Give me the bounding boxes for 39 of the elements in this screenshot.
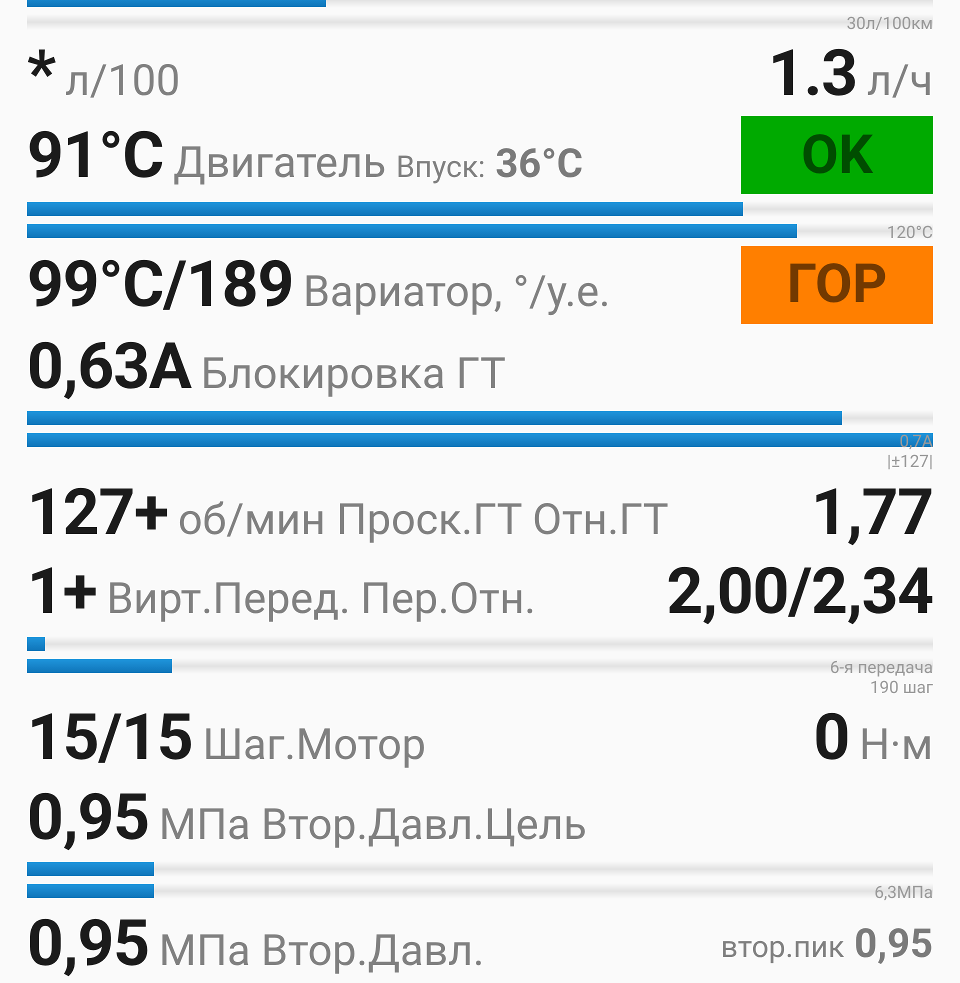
reading-value: 2,00/2,34 — [666, 554, 933, 630]
status-badge: ГОР — [741, 246, 933, 324]
reading-value: 0 — [813, 700, 850, 776]
reading-value: 15/15 — [27, 700, 193, 776]
reading-label: МПа Втор.Давл.Цель — [158, 800, 587, 850]
secondary-value: 36°C — [495, 140, 583, 187]
reading-value: 99°C/189 — [27, 247, 294, 322]
reading-label: л/ч — [867, 56, 933, 106]
scale-label: 0,7А — [899, 432, 933, 452]
reading-label: Н·м — [859, 720, 933, 770]
scale-label: 190 шаг — [870, 678, 933, 698]
scale-label: 6-я передача — [830, 658, 933, 678]
reading-label: Вирт.Перед. — [106, 574, 350, 624]
reading-value: 0,63А — [27, 328, 191, 404]
reading-value: 127+ — [27, 474, 168, 550]
scale-label: 6,3МПа — [874, 883, 933, 904]
scale-label: 120°C — [886, 223, 933, 244]
status-badge: OK — [741, 116, 933, 194]
reading-label: л/100 — [65, 56, 180, 106]
secondary-label: Впуск: — [396, 150, 486, 185]
reading-label: Отн.ГТ — [532, 494, 669, 545]
secondary-label: втор.пик — [720, 930, 844, 965]
secondary-value: 0,95 — [854, 920, 933, 967]
reading-label: Двигатель — [173, 138, 386, 188]
reading-value: * — [27, 36, 56, 112]
scale-label: |±127| — [886, 452, 933, 472]
scale-label: 30л/100км — [846, 14, 933, 34]
reading-label: Вариатор, °/у.е. — [303, 267, 610, 318]
reading-value: 1,77 — [811, 474, 933, 550]
reading-label: Блокировка ГТ — [200, 348, 506, 399]
reading-label: Шаг.Мотор — [202, 720, 426, 770]
reading-value: 0,95 — [27, 780, 149, 855]
reading-label: об/мин Проск.ГТ — [178, 494, 522, 545]
reading-label: Пер.Отн. — [360, 574, 536, 624]
reading-value: 0,95 — [27, 906, 149, 981]
reading-value: 91°C — [27, 118, 164, 193]
reading-value: 1.3 — [768, 36, 857, 112]
reading-label: МПа Втор.Давл. — [158, 926, 484, 976]
reading-value: 1+ — [27, 554, 97, 630]
